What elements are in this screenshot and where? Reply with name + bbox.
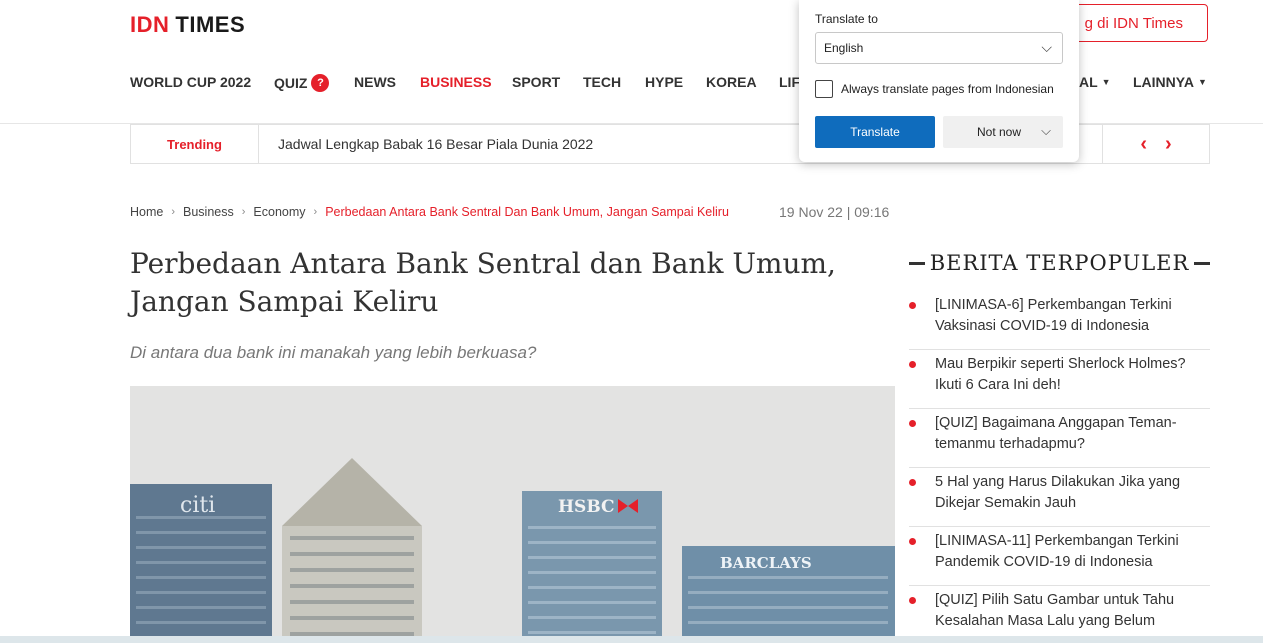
chevron-down-icon[interactable]: ⌵ [1041, 123, 1051, 139]
breadcrumb-current: Perbedaan Antara Bank Sentral Dan Bank U… [325, 205, 729, 219]
caret-down-icon: ▼ [1197, 77, 1207, 87]
nav-item-quiz[interactable]: QUIZ? [274, 74, 330, 92]
caret-down-icon: ▼ [1101, 77, 1111, 87]
bullet-dot-icon [909, 479, 916, 486]
nav-label: NEWS [354, 74, 396, 90]
bullet-dot-icon [909, 302, 916, 309]
language-select[interactable]: English ⌵ [815, 32, 1063, 64]
popular-item-link[interactable]: [LINIMASA-11] Perkembangan Terkini Pande… [935, 531, 1205, 573]
not-now-button[interactable]: Not now ⌵ [943, 116, 1063, 148]
nav-label: WORLD CUP 2022 [130, 74, 252, 90]
nav-label: LAINNYA [1133, 74, 1194, 90]
nav-label: BUSINESS [420, 74, 492, 90]
chevron-down-icon: ⌵ [1041, 39, 1052, 55]
bullet-dot-icon [909, 597, 916, 604]
breadcrumb-separator: › [313, 206, 318, 218]
always-translate-row[interactable]: Always translate pages from Indonesian [815, 80, 1054, 98]
skyline-illustration: citi HSBC BARCLAYS [130, 386, 895, 643]
nav-item-hype[interactable]: HYPE [645, 74, 683, 90]
popular-item[interactable]: [LINIMASA-11] Perkembangan Terkini Pande… [909, 531, 1210, 586]
logo-times: TIMES [175, 12, 246, 37]
article-hero-image: citi HSBC BARCLAYS [130, 386, 895, 643]
svg-text:citi: citi [180, 493, 215, 518]
popular-title: BERITA TERPOPULER [929, 251, 1190, 275]
popular-item-link[interactable]: [QUIZ] Pilih Satu Gambar untuk Tahu Kesa… [935, 590, 1205, 632]
nav-item-korea[interactable]: KOREA [706, 74, 757, 90]
nav-label: LIF [779, 74, 800, 90]
popular-item[interactable]: Mau Berpikir seperti Sherlock Holmes? Ik… [909, 354, 1210, 409]
chevron-left-icon[interactable]: ‹ [1140, 133, 1147, 156]
nav-item-lifestyle[interactable]: LIF [779, 74, 800, 90]
popular-heading: BERITA TERPOPULER [909, 251, 1210, 275]
bullet-dot-icon [909, 538, 916, 545]
nav-label: HYPE [645, 74, 684, 90]
trending-label: Trending [131, 125, 259, 163]
logo-idn: IDN [130, 12, 170, 37]
nav-item-world-cup[interactable]: WORLD CUP 2022 [130, 74, 251, 90]
popular-item[interactable]: 5 Hal yang Harus Dilakukan Jika yang Dik… [909, 472, 1210, 527]
article-subtitle: Di antara dua bank ini manakah yang lebi… [130, 343, 537, 362]
breadcrumb-separator: › [241, 206, 246, 218]
svg-text:BARCLAYS: BARCLAYS [720, 554, 812, 572]
publish-date: 19 Nov 22 | 09:16 [779, 204, 890, 220]
nav-item-lainnya[interactable]: LAINNYA ▼ [1133, 74, 1207, 90]
translate-button-label: Translate [850, 125, 900, 139]
not-now-button-label: Not now [977, 125, 1022, 139]
login-button-label: g di IDN Times [1084, 14, 1183, 32]
nav-label: SPORT [512, 74, 561, 90]
heading-dash-right [1193, 261, 1210, 265]
translate-popup: Translate to English ⌵ Always translate … [799, 0, 1079, 162]
always-translate-checkbox[interactable] [815, 80, 833, 98]
popular-item-link[interactable]: Mau Berpikir seperti Sherlock Holmes? Ik… [935, 354, 1205, 396]
bullet-dot-icon [909, 361, 916, 368]
svg-text:HSBC: HSBC [558, 497, 615, 517]
breadcrumb: Home › Business › Economy › Perbedaan An… [130, 205, 729, 219]
translate-to-label: Translate to [815, 12, 878, 26]
language-select-value: English [824, 41, 864, 55]
popular-item-link[interactable]: 5 Hal yang Harus Dilakukan Jika yang Dik… [935, 472, 1205, 514]
breadcrumb-home[interactable]: Home [130, 205, 163, 219]
popular-item-link[interactable]: [LINIMASA-6] Perkembangan Terkini Vaksin… [935, 295, 1205, 337]
translate-button[interactable]: Translate [815, 116, 935, 148]
trending-nav: ‹ › [1102, 125, 1209, 163]
trending-headline-link[interactable]: Jadwal Lengkap Babak 16 Besar Piala Duni… [278, 136, 593, 152]
article-title: Perbedaan Antara Bank Sentral dan Bank U… [130, 247, 836, 318]
nav-label: AL [1079, 74, 1098, 90]
breadcrumb-economy[interactable]: Economy [253, 205, 305, 219]
nav-item-news[interactable]: NEWS [354, 74, 396, 90]
popular-item-link[interactable]: [QUIZ] Bagaimana Anggapan Teman-temanmu … [935, 413, 1205, 455]
nav-item-sport[interactable]: SPORT [512, 74, 560, 90]
nav-label: QUIZ [274, 75, 308, 91]
popular-item[interactable]: [LINIMASA-6] Perkembangan Terkini Vaksin… [909, 295, 1210, 350]
heading-dash-left [909, 261, 925, 265]
popular-item[interactable]: [QUIZ] Pilih Satu Gambar untuk Tahu Kesa… [909, 590, 1210, 636]
quiz-badge-icon: ? [311, 74, 330, 92]
bullet-dot-icon [909, 420, 916, 427]
popular-item[interactable]: [QUIZ] Bagaimana Anggapan Teman-temanmu … [909, 413, 1210, 468]
always-translate-label: Always translate pages from Indonesian [841, 82, 1054, 96]
idn-times-logo[interactable]: IDN TIMES [130, 12, 245, 38]
breadcrumb-separator: › [171, 206, 176, 218]
chevron-right-icon[interactable]: › [1165, 133, 1172, 156]
nav-item-business[interactable]: BUSINESS [420, 74, 492, 90]
nav-item-tech[interactable]: TECH [583, 74, 621, 90]
horizontal-scrollbar[interactable] [0, 636, 1263, 643]
nav-label: TECH [583, 74, 622, 90]
nav-label: KOREA [706, 74, 757, 90]
nav-item-regional[interactable]: AL ▼ [1079, 74, 1111, 90]
breadcrumb-business[interactable]: Business [183, 205, 234, 219]
